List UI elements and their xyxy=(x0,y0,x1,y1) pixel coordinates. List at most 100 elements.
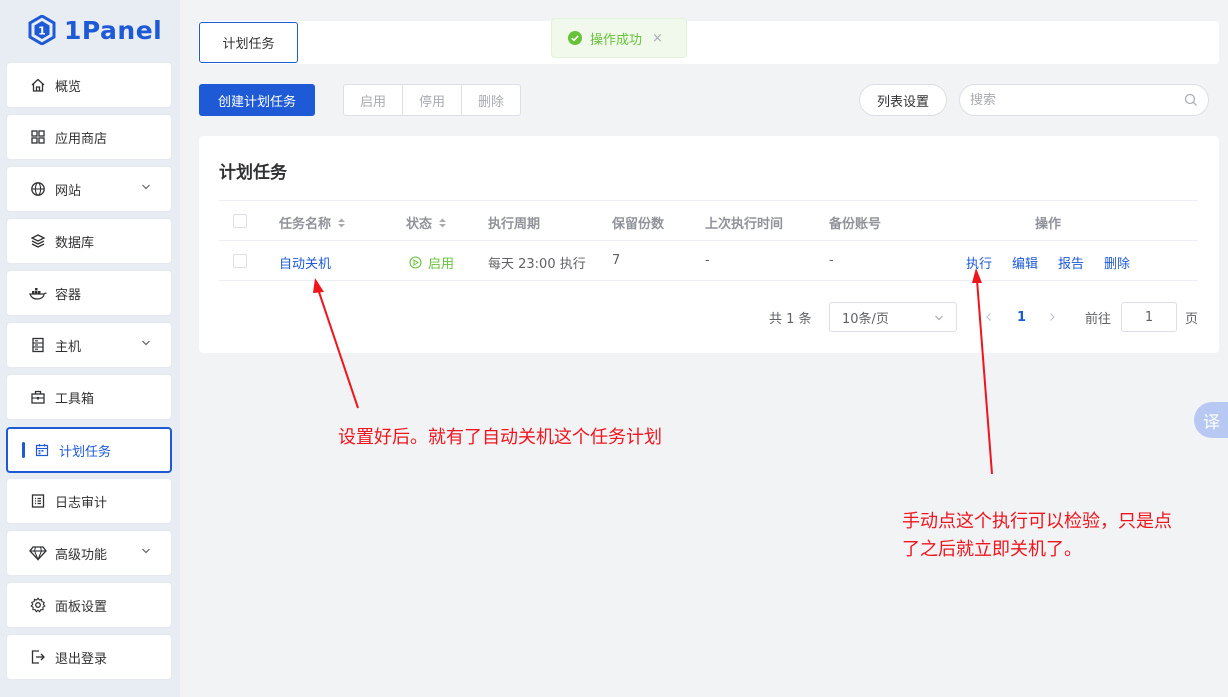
sidebar: 1 1Panel 概览 应用商店 网站 数据库 容器 主机 工具箱 计划任务 日 xyxy=(0,0,180,697)
sidebar-item-label: 工具箱 xyxy=(55,391,95,407)
tab-cronjob[interactable]: 计划任务 xyxy=(199,22,298,63)
globe-icon xyxy=(29,180,47,198)
sidebar-item-overview[interactable]: 概览 xyxy=(6,62,172,108)
play-circle-icon xyxy=(409,256,422,269)
status-label: 启用 xyxy=(428,257,455,272)
toast-message: 操作成功 xyxy=(590,32,643,48)
docker-icon xyxy=(29,284,47,302)
translate-widget[interactable]: 译 xyxy=(1194,402,1228,438)
annotation-right-line1: 手动点这个执行可以检验，只是点 xyxy=(902,511,1172,532)
delete-button[interactable]: 删除 xyxy=(461,84,521,116)
logo-icon: 1 xyxy=(28,15,56,45)
run-action[interactable]: 执行 xyxy=(966,253,992,272)
sidebar-item-label: 高级功能 xyxy=(55,547,108,563)
success-toast: 操作成功 × xyxy=(551,18,687,58)
column-header-status[interactable]: 状态 xyxy=(406,213,447,232)
diamond-icon xyxy=(29,544,47,562)
row-checkbox[interactable] xyxy=(233,254,247,268)
page-size-select[interactable]: 10条/页 xyxy=(829,302,957,332)
card-title: 计划任务 xyxy=(219,163,287,183)
sidebar-item-container[interactable]: 容器 xyxy=(6,270,172,316)
goto-page-input[interactable]: 1 xyxy=(1121,302,1177,332)
sidebar-item-logout[interactable]: 退出登录 xyxy=(6,634,172,680)
column-header-label: 任务名称 xyxy=(279,217,332,232)
column-header-name[interactable]: 任务名称 xyxy=(279,213,346,232)
goto-suffix: 页 xyxy=(1185,311,1199,327)
column-header-actions: 操作 xyxy=(1035,217,1062,232)
calendar-icon xyxy=(33,441,51,459)
disable-button[interactable]: 停用 xyxy=(402,84,462,116)
brand-name: 1Panel xyxy=(64,15,163,45)
sidebar-item-advanced[interactable]: 高级功能 xyxy=(6,530,172,576)
sidebar-item-label: 概览 xyxy=(55,79,82,95)
chevron-down-icon xyxy=(142,184,150,190)
sort-icon[interactable] xyxy=(337,217,346,229)
sidebar-item-label: 应用商店 xyxy=(55,131,108,147)
sidebar-item-database[interactable]: 数据库 xyxy=(6,218,172,264)
home-icon xyxy=(29,76,47,94)
pagination-total: 共 1 条 xyxy=(769,311,812,327)
search-icon[interactable] xyxy=(1184,93,1198,107)
sidebar-item-label: 面板设置 xyxy=(55,599,108,615)
logo[interactable]: 1 1Panel xyxy=(28,12,162,48)
sidebar-item-log-audit[interactable]: 日志审计 xyxy=(6,478,172,524)
sidebar-item-label: 网站 xyxy=(55,183,82,199)
column-header-backup-account: 备份账号 xyxy=(829,217,882,232)
check-circle-icon xyxy=(568,31,582,45)
server-icon xyxy=(29,336,47,354)
chevron-down-icon xyxy=(935,315,943,321)
annotation-left: 设置好后。就有了自动关机这个任务计划 xyxy=(338,427,662,448)
annotation-right-line2: 了之后就立即关机了。 xyxy=(902,539,1082,560)
table-header: 任务名称 状态 执行周期 保留份数 上次执行时间 备份账号 操作 xyxy=(219,200,1198,241)
last-run-cell: - xyxy=(705,253,710,268)
sidebar-item-website[interactable]: 网站 xyxy=(6,166,172,212)
list-settings-button[interactable]: 列表设置 xyxy=(859,84,947,116)
enable-button[interactable]: 启用 xyxy=(343,84,403,116)
tab-bar: 计划任务 xyxy=(198,21,1219,64)
sidebar-item-toolbox[interactable]: 工具箱 xyxy=(6,374,172,420)
batch-action-group: 启用 停用 删除 xyxy=(343,84,521,116)
sidebar-item-label: 计划任务 xyxy=(59,444,112,460)
log-icon xyxy=(29,492,47,510)
layers-icon xyxy=(29,232,47,250)
column-header-retain: 保留份数 xyxy=(612,217,665,232)
cronjob-card: 计划任务 任务名称 状态 执行周期 保留份数 上次执行时间 备份账号 操作 自动… xyxy=(199,136,1219,353)
report-action[interactable]: 报告 xyxy=(1058,253,1084,272)
column-header-cycle: 执行周期 xyxy=(488,217,541,232)
select-all-checkbox[interactable] xyxy=(233,214,247,228)
retain-cell: 7 xyxy=(612,253,621,268)
grid-icon xyxy=(29,128,47,146)
sidebar-item-label: 主机 xyxy=(55,339,82,355)
task-name-link[interactable]: 自动关机 xyxy=(279,253,331,272)
create-cronjob-button[interactable]: 创建计划任务 xyxy=(199,84,315,116)
toolbox-icon xyxy=(29,388,47,406)
page-size-value: 10条/页 xyxy=(842,311,889,327)
table-row: 自动关机 启用 每天 23:00 执行 7 - - 执行 编辑 报告 删除 xyxy=(219,241,1198,281)
sidebar-item-label: 日志审计 xyxy=(55,495,108,511)
next-page-icon[interactable] xyxy=(1047,312,1057,322)
sort-icon[interactable] xyxy=(438,217,447,229)
search-input[interactable] xyxy=(959,84,1209,116)
sidebar-item-host[interactable]: 主机 xyxy=(6,322,172,368)
delete-action[interactable]: 删除 xyxy=(1104,253,1130,272)
edit-action[interactable]: 编辑 xyxy=(1012,253,1038,272)
svg-text:1: 1 xyxy=(38,25,46,38)
prev-page-icon[interactable] xyxy=(984,312,994,322)
goto-prefix: 前往 xyxy=(1085,311,1112,327)
backup-account-cell: - xyxy=(829,253,834,268)
sidebar-item-label: 数据库 xyxy=(55,235,95,251)
active-indicator xyxy=(22,442,25,458)
current-page[interactable]: 1 xyxy=(1017,302,1026,332)
status-enabled[interactable]: 启用 xyxy=(409,253,454,272)
close-icon[interactable]: × xyxy=(652,31,663,46)
sidebar-item-cronjob[interactable]: 计划任务 xyxy=(6,427,172,473)
gear-icon xyxy=(29,596,47,614)
sidebar-item-label: 退出登录 xyxy=(55,651,108,667)
chevron-down-icon xyxy=(142,340,150,346)
chevron-down-icon xyxy=(142,548,150,554)
sidebar-item-app-store[interactable]: 应用商店 xyxy=(6,114,172,160)
sidebar-item-label: 容器 xyxy=(55,287,82,303)
column-header-label: 状态 xyxy=(406,217,433,232)
column-header-last-run: 上次执行时间 xyxy=(705,217,784,232)
sidebar-item-panel-settings[interactable]: 面板设置 xyxy=(6,582,172,628)
